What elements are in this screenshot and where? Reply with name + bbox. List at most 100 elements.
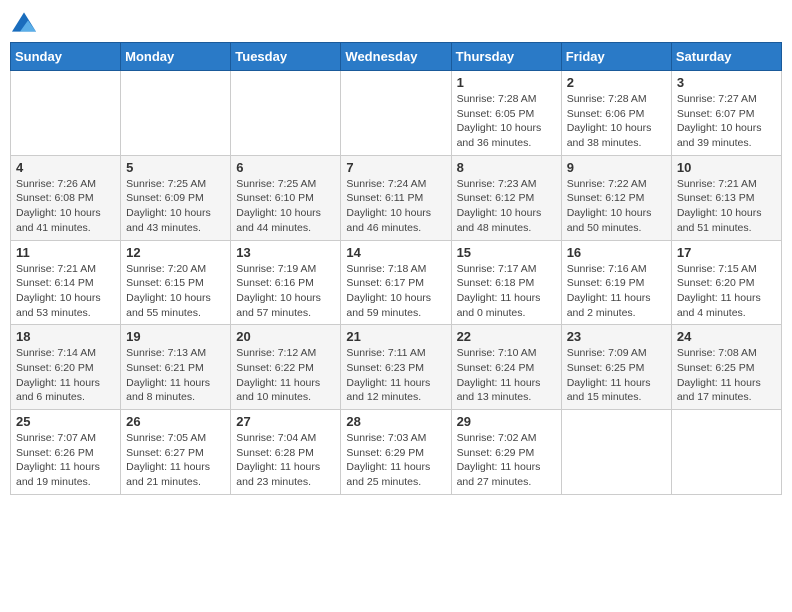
day-info: Sunrise: 7:15 AM Sunset: 6:20 PM Dayligh… [677, 262, 776, 321]
calendar-cell: 13 Sunrise: 7:19 AM Sunset: 6:16 PM Dayli… [231, 240, 341, 325]
day-info: Sunrise: 7:10 AM Sunset: 6:24 PM Dayligh… [457, 346, 556, 405]
day-info: Sunrise: 7:11 AM Sunset: 6:23 PM Dayligh… [346, 346, 445, 405]
day-info: Sunrise: 7:13 AM Sunset: 6:21 PM Dayligh… [126, 346, 225, 405]
calendar-cell [121, 71, 231, 156]
day-number: 14 [346, 245, 445, 260]
day-number: 24 [677, 329, 776, 344]
day-info: Sunrise: 7:05 AM Sunset: 6:27 PM Dayligh… [126, 431, 225, 490]
day-info: Sunrise: 7:09 AM Sunset: 6:25 PM Dayligh… [567, 346, 666, 405]
calendar-cell: 12 Sunrise: 7:20 AM Sunset: 6:15 PM Dayli… [121, 240, 231, 325]
calendar-cell [671, 410, 781, 495]
day-number: 1 [457, 75, 556, 90]
calendar-week-row: 1 Sunrise: 7:28 AM Sunset: 6:05 PM Daylig… [11, 71, 782, 156]
day-number: 13 [236, 245, 335, 260]
calendar-cell: 19Sunrise: 7:13 AM Sunset: 6:21 PM Dayli… [121, 325, 231, 410]
calendar-cell: 8 Sunrise: 7:23 AM Sunset: 6:12 PM Daylig… [451, 155, 561, 240]
day-info: Sunrise: 7:04 AM Sunset: 6:28 PM Dayligh… [236, 431, 335, 490]
calendar-cell: 14 Sunrise: 7:18 AM Sunset: 6:17 PM Dayli… [341, 240, 451, 325]
calendar-week-row: 25 Sunrise: 7:07 AM Sunset: 6:26 PM Dayli… [11, 410, 782, 495]
day-number: 26 [126, 414, 225, 429]
day-info: Sunrise: 7:17 AM Sunset: 6:18 PM Dayligh… [457, 262, 556, 321]
calendar-cell: 3 Sunrise: 7:27 AM Sunset: 6:07 PM Daylig… [671, 71, 781, 156]
day-info: Sunrise: 7:24 AM Sunset: 6:11 PM Dayligh… [346, 177, 445, 236]
day-number: 2 [567, 75, 666, 90]
day-info: Sunrise: 7:16 AM Sunset: 6:19 PM Dayligh… [567, 262, 666, 321]
day-info: Sunrise: 7:02 AM Sunset: 6:29 PM Dayligh… [457, 431, 556, 490]
calendar-cell: 20Sunrise: 7:12 AM Sunset: 6:22 PM Dayli… [231, 325, 341, 410]
calendar-cell: 15 Sunrise: 7:17 AM Sunset: 6:18 PM Dayli… [451, 240, 561, 325]
calendar-header-row: SundayMondayTuesdayWednesdayThursdayFrid… [11, 43, 782, 71]
day-number: 18 [16, 329, 115, 344]
calendar-cell: 23 Sunrise: 7:09 AM Sunset: 6:25 PM Dayli… [561, 325, 671, 410]
day-info: Sunrise: 7:08 AM Sunset: 6:25 PM Dayligh… [677, 346, 776, 405]
calendar-cell: 29 Sunrise: 7:02 AM Sunset: 6:29 PM Dayli… [451, 410, 561, 495]
calendar-cell: 1 Sunrise: 7:28 AM Sunset: 6:05 PM Daylig… [451, 71, 561, 156]
calendar-cell: 9Sunrise: 7:22 AM Sunset: 6:12 PM Daylig… [561, 155, 671, 240]
col-header-monday: Monday [121, 43, 231, 71]
day-number: 9 [567, 160, 666, 175]
calendar-cell: 18 Sunrise: 7:14 AM Sunset: 6:20 PM Dayli… [11, 325, 121, 410]
day-number: 12 [126, 245, 225, 260]
day-number: 25 [16, 414, 115, 429]
day-number: 15 [457, 245, 556, 260]
calendar-cell: 17 Sunrise: 7:15 AM Sunset: 6:20 PM Dayli… [671, 240, 781, 325]
col-header-wednesday: Wednesday [341, 43, 451, 71]
day-number: 3 [677, 75, 776, 90]
calendar-cell [231, 71, 341, 156]
day-info: Sunrise: 7:07 AM Sunset: 6:26 PM Dayligh… [16, 431, 115, 490]
calendar-week-row: 18 Sunrise: 7:14 AM Sunset: 6:20 PM Dayli… [11, 325, 782, 410]
calendar-cell: 21 Sunrise: 7:11 AM Sunset: 6:23 PM Dayli… [341, 325, 451, 410]
calendar-cell: 11 Sunrise: 7:21 AM Sunset: 6:14 PM Dayli… [11, 240, 121, 325]
col-header-friday: Friday [561, 43, 671, 71]
day-info: Sunrise: 7:27 AM Sunset: 6:07 PM Dayligh… [677, 92, 776, 151]
day-info: Sunrise: 7:19 AM Sunset: 6:16 PM Dayligh… [236, 262, 335, 321]
day-number: 27 [236, 414, 335, 429]
calendar-cell [11, 71, 121, 156]
calendar-cell: 28 Sunrise: 7:03 AM Sunset: 6:29 PM Dayli… [341, 410, 451, 495]
day-number: 17 [677, 245, 776, 260]
day-number: 8 [457, 160, 556, 175]
calendar-cell: 6Sunrise: 7:25 AM Sunset: 6:10 PM Daylig… [231, 155, 341, 240]
day-info: Sunrise: 7:12 AM Sunset: 6:22 PM Dayligh… [236, 346, 335, 405]
day-info: Sunrise: 7:21 AM Sunset: 6:13 PM Dayligh… [677, 177, 776, 236]
day-info: Sunrise: 7:25 AM Sunset: 6:10 PM Dayligh… [236, 177, 335, 236]
day-info: Sunrise: 7:25 AM Sunset: 6:09 PM Dayligh… [126, 177, 225, 236]
day-info: Sunrise: 7:23 AM Sunset: 6:12 PM Dayligh… [457, 177, 556, 236]
col-header-sunday: Sunday [11, 43, 121, 71]
day-info: Sunrise: 7:21 AM Sunset: 6:14 PM Dayligh… [16, 262, 115, 321]
logo-icon [12, 10, 36, 34]
day-number: 28 [346, 414, 445, 429]
col-header-thursday: Thursday [451, 43, 561, 71]
calendar-cell: 5 Sunrise: 7:25 AM Sunset: 6:09 PM Daylig… [121, 155, 231, 240]
calendar-week-row: 4 Sunrise: 7:26 AM Sunset: 6:08 PM Daylig… [11, 155, 782, 240]
calendar-week-row: 11 Sunrise: 7:21 AM Sunset: 6:14 PM Dayli… [11, 240, 782, 325]
calendar-cell: 25 Sunrise: 7:07 AM Sunset: 6:26 PM Dayli… [11, 410, 121, 495]
day-number: 21 [346, 329, 445, 344]
col-header-saturday: Saturday [671, 43, 781, 71]
day-info: Sunrise: 7:28 AM Sunset: 6:05 PM Dayligh… [457, 92, 556, 151]
calendar-cell [561, 410, 671, 495]
day-info: Sunrise: 7:03 AM Sunset: 6:29 PM Dayligh… [346, 431, 445, 490]
day-info: Sunrise: 7:18 AM Sunset: 6:17 PM Dayligh… [346, 262, 445, 321]
day-number: 4 [16, 160, 115, 175]
day-number: 29 [457, 414, 556, 429]
logo [10, 10, 36, 34]
calendar-cell: 4 Sunrise: 7:26 AM Sunset: 6:08 PM Daylig… [11, 155, 121, 240]
day-number: 11 [16, 245, 115, 260]
day-number: 10 [677, 160, 776, 175]
day-number: 5 [126, 160, 225, 175]
day-number: 23 [567, 329, 666, 344]
day-number: 16 [567, 245, 666, 260]
day-info: Sunrise: 7:26 AM Sunset: 6:08 PM Dayligh… [16, 177, 115, 236]
calendar-cell: 7 Sunrise: 7:24 AM Sunset: 6:11 PM Daylig… [341, 155, 451, 240]
day-number: 7 [346, 160, 445, 175]
day-info: Sunrise: 7:14 AM Sunset: 6:20 PM Dayligh… [16, 346, 115, 405]
day-info: Sunrise: 7:20 AM Sunset: 6:15 PM Dayligh… [126, 262, 225, 321]
calendar-cell: 26 Sunrise: 7:05 AM Sunset: 6:27 PM Dayli… [121, 410, 231, 495]
calendar-cell: 2 Sunrise: 7:28 AM Sunset: 6:06 PM Daylig… [561, 71, 671, 156]
calendar-cell [341, 71, 451, 156]
col-header-tuesday: Tuesday [231, 43, 341, 71]
day-number: 22 [457, 329, 556, 344]
day-info: Sunrise: 7:28 AM Sunset: 6:06 PM Dayligh… [567, 92, 666, 151]
calendar-cell: 10 Sunrise: 7:21 AM Sunset: 6:13 PM Dayli… [671, 155, 781, 240]
